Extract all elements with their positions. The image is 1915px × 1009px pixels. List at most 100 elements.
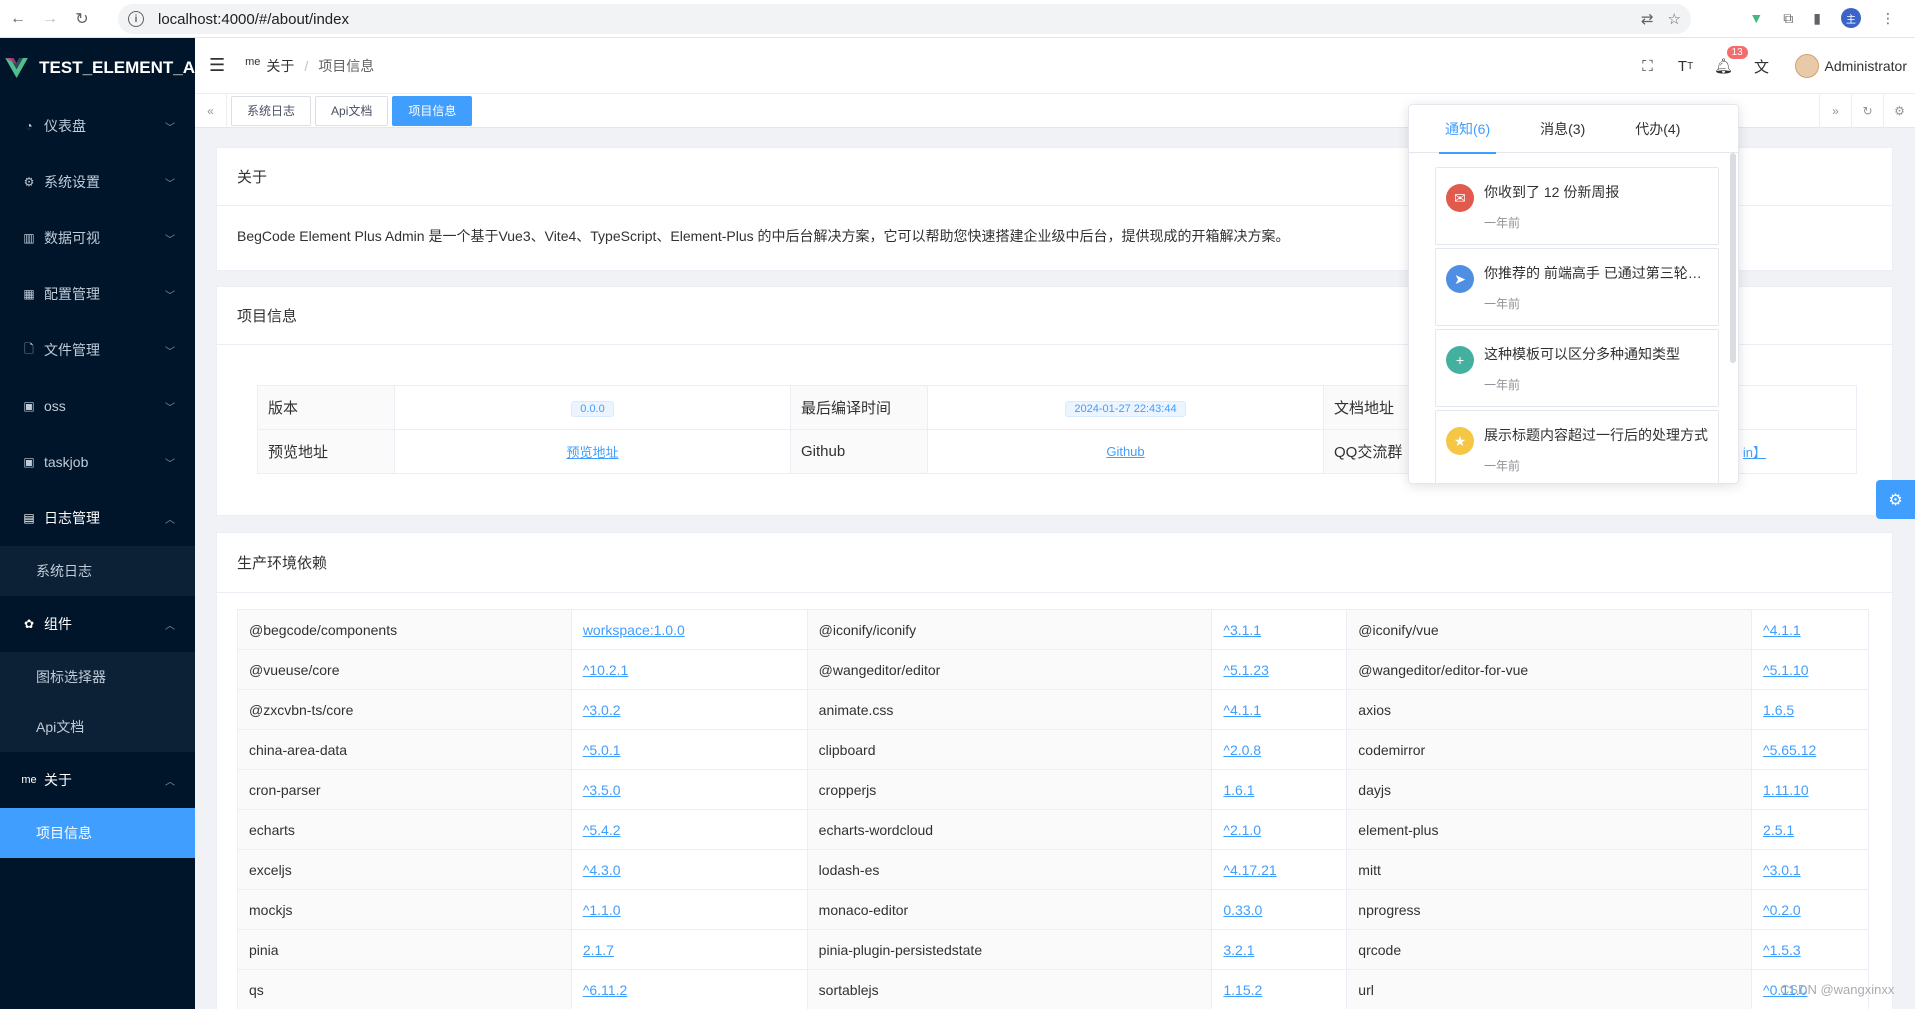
dependency-version-link[interactable]: ^1.1.0 (570, 889, 808, 930)
breadcrumb-about[interactable]: 关于 (266, 56, 294, 76)
sidebar-item-about[interactable]: me 关于 ︿ (0, 752, 195, 808)
dependency-version-link[interactable]: 2.5.1 (1751, 809, 1869, 850)
sidebar-item-taskjob[interactable]: ▣ taskjob ﹀ (0, 434, 195, 490)
tag-api-doc[interactable]: Api文档 (315, 95, 389, 126)
tag-project-info[interactable]: 项目信息 (392, 95, 473, 126)
vue-devtools-icon[interactable]: ▼ (1749, 10, 1763, 26)
scroll-left-icon[interactable]: « (195, 93, 227, 128)
reload-icon[interactable]: ↻ (68, 5, 96, 33)
sidebar-subitem-api-doc[interactable]: Api文档 (0, 702, 195, 752)
dependency-version-link[interactable]: ^4.3.0 (570, 849, 808, 890)
sidebar-item-logs[interactable]: ▤ 日志管理 ︿ (0, 490, 195, 546)
github-label: Github (790, 429, 928, 474)
dependency-version-link[interactable]: ^5.0.1 (570, 729, 808, 770)
breadcrumb: me 关于 / 项目信息 (245, 56, 374, 76)
dependency-name: qrcode (1346, 929, 1753, 970)
sidebar-item-settings[interactable]: ⚙ 系统设置 ﹀ (0, 154, 195, 210)
breadcrumb-me-icon: me (245, 55, 261, 68)
dependency-version-link[interactable]: ^5.1.10 (1751, 649, 1869, 690)
github-link[interactable]: Github (1106, 444, 1144, 459)
build-time-label: 最后编译时间 (790, 385, 928, 430)
tag-settings-icon[interactable]: ⚙ (1883, 94, 1915, 128)
table-row: exceljs ^4.3.0 lodash-es ^4.17.21 mitt ^3.0.1 (237, 849, 1869, 890)
font-size-icon[interactable]: TT (1667, 38, 1705, 94)
sidebar-item-dashboard[interactable]: ◔ 仪表盘 ﹀ (0, 98, 195, 154)
dependency-version-link[interactable]: ^5.4.2 (570, 809, 808, 850)
sidebar-item-config[interactable]: ▦ 配置管理 ﹀ (0, 266, 195, 322)
theme-settings-button[interactable]: ⚙ (1876, 480, 1915, 519)
breadcrumb-current: 项目信息 (318, 57, 375, 74)
translate-icon[interactable]: ⇄ (1641, 10, 1654, 28)
menu-dots-icon[interactable]: ⋮ (1881, 10, 1895, 27)
dependency-version-link[interactable]: ^1.5.3 (1751, 929, 1869, 970)
refresh-icon[interactable]: ↻ (1851, 94, 1883, 128)
notice-item[interactable]: ✉ 你收到了 12 份新周报 一年前 (1435, 167, 1719, 245)
dependency-version-link[interactable]: 1.15.2 (1211, 969, 1348, 1009)
bookmark-star-icon[interactable]: ☆ (1668, 10, 1681, 28)
chevron-down-icon: ﹀ (165, 122, 175, 134)
sidebar-subitem-project-info[interactable]: 项目信息 (0, 808, 195, 858)
qq-group-link[interactable]: in】 (1743, 445, 1766, 460)
notice-item[interactable]: + 这种模板可以区分多种通知类型 一年前 (1435, 329, 1719, 407)
dependency-version-link[interactable]: ^5.1.23 (1211, 649, 1348, 690)
language-icon[interactable]: 文 (1743, 38, 1781, 94)
tab-todos[interactable]: 代办(4) (1635, 119, 1680, 139)
dependency-version-link[interactable]: ^2.1.0 (1211, 809, 1348, 850)
collapse-menu-icon[interactable]: ☰ (209, 55, 225, 76)
sidepanel-icon[interactable]: ▮ (1813, 10, 1821, 27)
dependency-version-link[interactable]: ^4.1.1 (1751, 609, 1869, 650)
chevron-down-icon: ﹀ (165, 346, 175, 358)
preview-label: 预览地址 (257, 429, 395, 474)
tab-notifications[interactable]: 通知(6) (1438, 119, 1497, 154)
preview-link[interactable]: 预览地址 (566, 445, 618, 460)
notice-item[interactable]: ★ 展示标题内容超过一行后的处理方式 一年前 (1435, 410, 1719, 483)
user-name[interactable]: Administrator (1825, 58, 1907, 74)
tab-messages[interactable]: 消息(3) (1540, 119, 1585, 139)
notice-title: 这种模板可以区分多种通知类型 (1484, 346, 1680, 362)
popover-scrollbar[interactable] (1730, 153, 1736, 363)
dependency-version-link[interactable]: ^3.1.1 (1211, 609, 1348, 650)
site-info-icon[interactable]: i (128, 11, 144, 27)
sidebar-subitem-label: 系统日志 (36, 563, 92, 579)
back-icon[interactable]: ← (4, 5, 32, 33)
sidebar-subitem-system-log[interactable]: 系统日志 (0, 546, 195, 596)
dependency-version-link[interactable]: ^10.2.1 (570, 649, 808, 690)
dependency-version-link[interactable]: 1.6.1 (1211, 769, 1348, 810)
notice-item[interactable]: ➤ 你推荐的 前端高手 已通过第三轮面试 一年前 (1435, 248, 1719, 326)
sidebar-item-oss[interactable]: ▣ oss ﹀ (0, 378, 195, 434)
dependency-version-link[interactable]: workspace:1.0.0 (570, 609, 808, 650)
send-icon: ➤ (1446, 265, 1474, 293)
dependency-version-link[interactable]: ^4.1.1 (1211, 689, 1348, 730)
sidebar-item-label: 仪表盘 (44, 118, 86, 134)
forward-icon[interactable]: → (36, 5, 64, 33)
dependency-version-link[interactable]: ^0.2.0 (1751, 889, 1869, 930)
extensions-icon[interactable]: ⧉ (1783, 10, 1793, 27)
dependency-version-link[interactable]: ^3.5.0 (570, 769, 808, 810)
dependency-version-link[interactable]: ^3.0.1 (1751, 849, 1869, 890)
user-avatar[interactable] (1794, 54, 1819, 78)
dependency-version-link[interactable]: ^3.0.2 (570, 689, 808, 730)
scroll-right-icon[interactable]: » (1819, 94, 1851, 128)
dependency-version-link[interactable]: 2.1.7 (570, 929, 808, 970)
dependency-version-link[interactable]: ^5.65.12 (1751, 729, 1869, 770)
sidebar-subitem-icon-picker[interactable]: 图标选择器 (0, 652, 195, 702)
version-label: 版本 (257, 385, 395, 430)
dependency-version-link[interactable]: ^6.11.2 (570, 969, 808, 1009)
dependency-version-link[interactable]: ^4.17.21 (1211, 849, 1348, 890)
tag-system-log[interactable]: 系统日志 (231, 95, 312, 126)
sidebar-item-files[interactable]: 🗋 文件管理 ﹀ (0, 322, 195, 378)
notification-bell-icon[interactable]: 🔔︎ 13 (1705, 38, 1748, 94)
address-bar[interactable]: i localhost:4000/#/about/index ⇄ ☆ (118, 4, 1691, 34)
config-icon: ▦ (23, 287, 35, 301)
dependency-version-link[interactable]: 1.6.5 (1751, 689, 1869, 730)
fullscreen-icon[interactable]: ⛶ (1629, 38, 1667, 94)
dependency-version-link[interactable]: 0.33.0 (1211, 889, 1348, 930)
logo[interactable]: TEST_ELEMENT_A (0, 38, 195, 98)
dependency-version-link[interactable]: ^2.0.8 (1211, 729, 1348, 770)
sidebar-item-components[interactable]: ✿ 组件 ︿ (0, 596, 195, 652)
sidebar-item-visual[interactable]: ▥ 数据可视 ﹀ (0, 210, 195, 266)
dependency-version-link[interactable]: 1.11.10 (1751, 769, 1869, 810)
dependency-name: @vueuse/core (237, 649, 572, 690)
dependency-version-link[interactable]: 3.2.1 (1211, 929, 1348, 970)
profile-avatar[interactable]: 主 (1841, 8, 1861, 28)
